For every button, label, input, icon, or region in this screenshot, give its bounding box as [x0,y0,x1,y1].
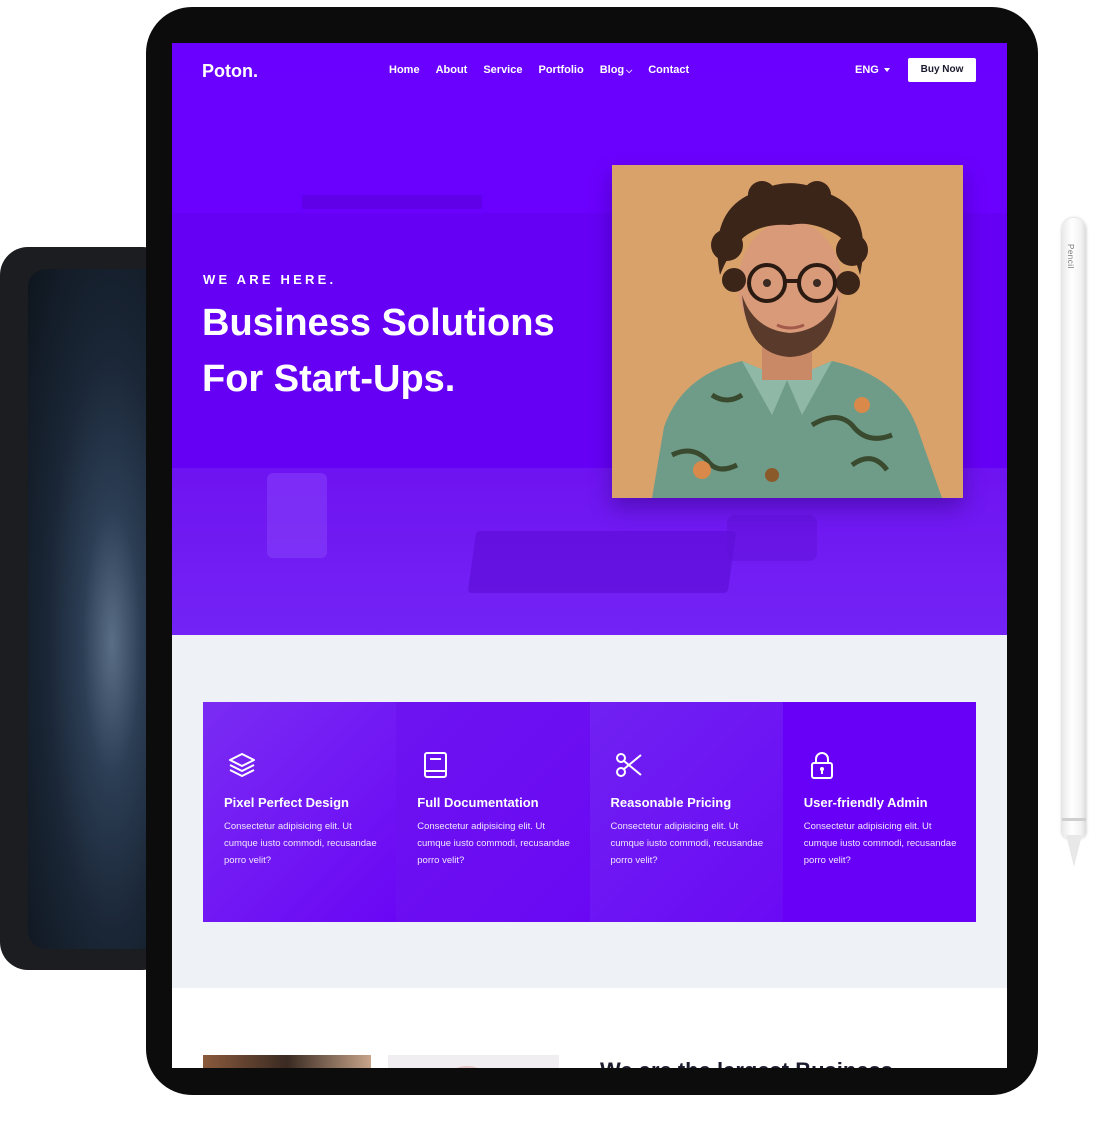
stylus-label: Pencil [1066,244,1075,269]
feature-description: Consectetur adipisicing elit. Ut cumque … [803,821,957,866]
feature-description: Consectetur adipisicing elit. Ut cumque … [417,821,570,866]
about-image-1 [203,1055,371,1068]
hero-section: Poton. Home About Service Portfolio Blog… [172,43,1007,635]
feature-title: Reasonable Pricing [610,795,732,810]
feature-description: Consectetur adipisicing elit. Ut cumque … [610,821,764,866]
stylus-pencil [1062,218,1086,838]
feature-card[interactable]: User-friendly Admin Consectetur adipisic… [782,702,976,922]
feature-title: Pixel Perfect Design [224,795,349,810]
features-row: Pixel Perfect Design Consectetur adipisi… [203,702,976,922]
hero-headline-line-1: Business Solutions [202,302,555,344]
feature-description: Consectetur adipisicing elit. Ut cumque … [224,821,377,866]
feature-title: User-friendly Admin [803,795,928,810]
layers-icon [229,753,255,777]
about-heading: We are the largest Business [600,1058,893,1068]
hero-background-monitor [302,195,482,209]
feature-card[interactable]: Pixel Perfect Design Consectetur adipisi… [203,702,397,922]
hero-eyebrow: WE ARE HERE. [203,272,337,287]
hero-background-keyboard [467,531,737,593]
language-selector[interactable]: ENG [855,64,890,76]
nav-item-portfolio[interactable]: Portfolio [538,64,583,76]
stylus-band [1062,818,1086,821]
about-section: We are the largest Business [172,988,1007,1068]
nav-item-blog[interactable]: Blog ⌵ [600,64,633,76]
scissors-icon [615,753,642,777]
nav-item-contact[interactable]: Contact [648,64,689,76]
nav-item-blog-label: Blog [599,64,625,76]
hero-portrait-image [612,165,963,498]
hero-headline: Business Solutions For Start-Ups. [202,295,555,407]
nav-menu: Home About Service Portfolio Blog ⌵ Conta… [389,64,705,76]
main-navbar: Poton. Home About Service Portfolio Blog… [172,43,1007,103]
feature-title: Full Documentation [417,795,539,810]
nav-item-about[interactable]: About [436,64,468,76]
feature-card[interactable]: Full Documentation Consectetur adipisici… [396,702,590,922]
site-logo[interactable]: Poton. [202,61,258,82]
back-tablet-device [0,247,170,970]
hero-headline-line-2: For Start-Ups. [202,358,456,400]
feature-card[interactable]: Reasonable Pricing Consectetur adipisici… [589,702,783,922]
chevron-down-icon: ⌵ [626,66,633,75]
stylus-tip [1066,835,1082,867]
buy-now-button[interactable]: Buy Now [908,58,976,82]
hero-background-mouse [727,515,817,561]
nav-item-service[interactable]: Service [483,64,522,76]
book-icon [424,752,448,778]
nav-item-home[interactable]: Home [389,64,420,76]
lock-icon [810,752,833,779]
portrait-illustration [612,165,963,498]
hero-background-phone [267,473,327,558]
caret-down-icon [883,68,890,73]
tablet-screen: Poton. Home About Service Portfolio Blog… [172,43,1007,1068]
language-label: ENG [855,64,879,76]
